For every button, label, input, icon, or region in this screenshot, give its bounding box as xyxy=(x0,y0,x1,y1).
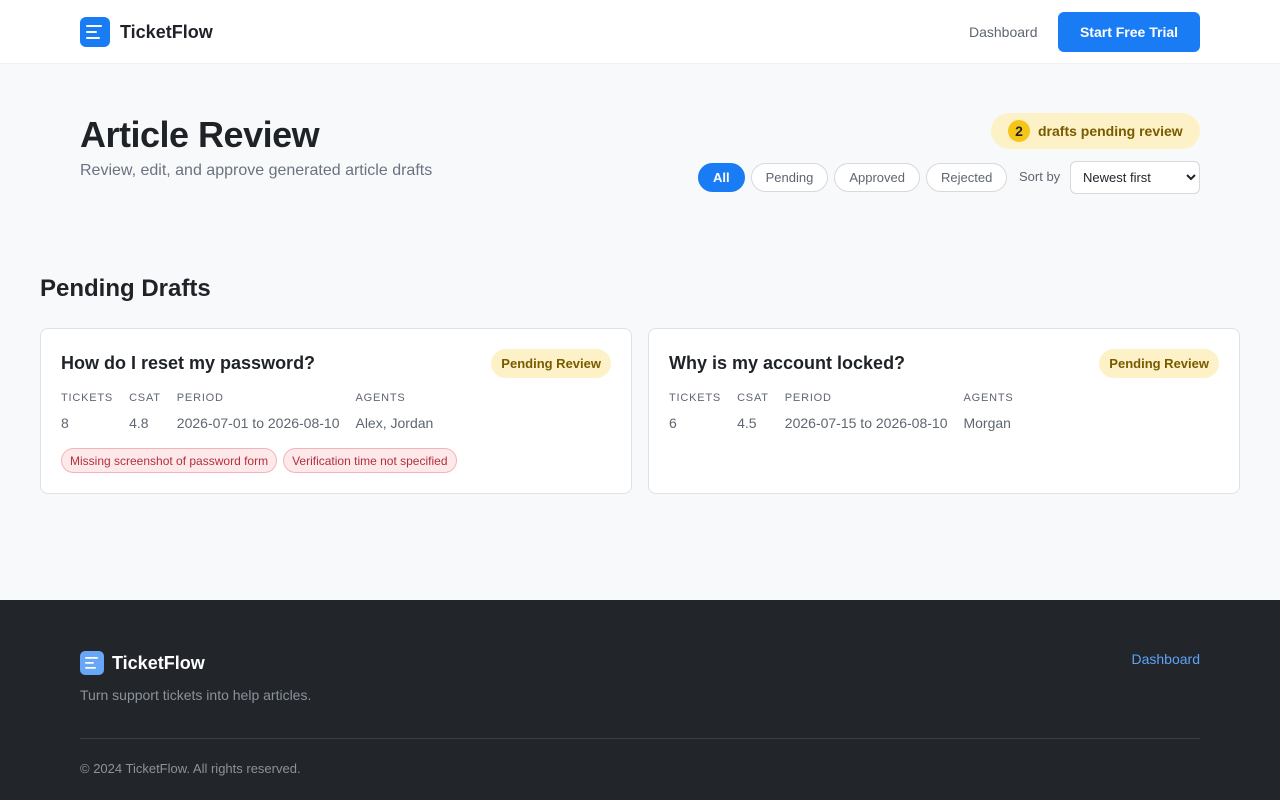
footer-copyright: © 2024 TicketFlow. All rights reserved. xyxy=(80,761,301,776)
draft-card[interactable]: How do I reset my password? Pending Revi… xyxy=(40,328,632,494)
footer: TicketFlow Turn support tickets into hel… xyxy=(0,600,1280,800)
draft-title[interactable]: Why is my account locked? xyxy=(669,353,905,374)
brand[interactable]: TicketFlow xyxy=(80,17,213,47)
meta-csat: CSAT 4.5 xyxy=(737,392,769,431)
pending-text: drafts pending review xyxy=(1038,123,1183,139)
document-lines-icon xyxy=(80,17,110,47)
footer-tagline: Turn support tickets into help articles. xyxy=(80,687,312,703)
meta-period: PERIOD 2026-07-15 to 2026-08-10 xyxy=(785,392,948,431)
meta-label: TICKETS xyxy=(61,392,114,404)
meta-agents: AGENTS Morgan xyxy=(963,392,1013,431)
footer-brand[interactable]: TicketFlow xyxy=(80,651,205,675)
status-badge: Pending Review xyxy=(1099,349,1219,378)
meta-tickets: TICKETS 8 xyxy=(61,392,113,431)
meta-value: 4.5 xyxy=(737,415,757,431)
filter-pending[interactable]: Pending xyxy=(750,163,829,192)
draft-meta: TICKETS 6 CSAT 4.5 PERIOD 2026-07-15 to … xyxy=(669,392,1014,431)
pending-count: 2 xyxy=(1008,120,1030,142)
meta-value: 2026-07-01 to 2026-08-10 xyxy=(176,415,340,431)
issue-tag: Verification time not specified xyxy=(283,448,457,473)
nav-link-dashboard[interactable]: Dashboard xyxy=(969,24,1038,40)
draft-card[interactable]: Why is my account locked? Pending Review… xyxy=(648,328,1240,494)
meta-label: CSAT xyxy=(737,392,769,404)
meta-tickets: TICKETS 6 xyxy=(669,392,721,431)
page-subtitle: Review, edit, and approve generated arti… xyxy=(80,162,433,179)
footer-brand-name: TicketFlow xyxy=(112,652,205,673)
meta-label: PERIOD xyxy=(784,392,832,404)
top-nav: TicketFlow Dashboard Start Free Trial xyxy=(0,0,1280,64)
filter-rejected[interactable]: Rejected xyxy=(926,163,1008,192)
filter-all[interactable]: All xyxy=(698,163,745,192)
sort-select[interactable]: Newest first xyxy=(1070,161,1200,194)
draft-title[interactable]: How do I reset my password? xyxy=(61,353,315,374)
section-title: Pending Drafts xyxy=(40,275,211,302)
meta-value: 6 xyxy=(669,415,677,431)
meta-period: PERIOD 2026-07-01 to 2026-08-10 xyxy=(177,392,340,431)
meta-label: PERIOD xyxy=(176,392,224,404)
meta-label: TICKETS xyxy=(669,392,722,404)
document-lines-icon xyxy=(80,651,104,675)
filter-approved[interactable]: Approved xyxy=(834,163,920,192)
status-badge: Pending Review xyxy=(491,349,611,378)
meta-label: AGENTS xyxy=(963,392,1014,404)
page-title: Article Review xyxy=(80,114,320,155)
brand-name: TicketFlow xyxy=(120,21,213,42)
sort-label: Sort by xyxy=(1019,169,1061,184)
meta-label: AGENTS xyxy=(355,392,406,404)
start-free-trial-button[interactable]: Start Free Trial xyxy=(1058,12,1200,52)
pending-drafts-badge: 2 drafts pending review xyxy=(991,113,1200,149)
meta-agents: AGENTS Alex, Jordan xyxy=(355,392,433,431)
meta-csat: CSAT 4.8 xyxy=(129,392,161,431)
draft-meta: TICKETS 8 CSAT 4.8 PERIOD 2026-07-01 to … xyxy=(61,392,433,431)
status-filter-group: All Pending Approved Rejected xyxy=(698,163,1008,192)
meta-value: 4.8 xyxy=(129,415,149,431)
footer-divider xyxy=(80,738,1200,739)
meta-value: 8 xyxy=(61,415,69,431)
footer-link-dashboard[interactable]: Dashboard xyxy=(1132,651,1201,667)
issue-tag: Missing screenshot of password form xyxy=(61,448,278,473)
meta-value: Alex, Jordan xyxy=(355,415,434,431)
issue-tags: Missing screenshot of password form Veri… xyxy=(61,448,457,473)
meta-value: 2026-07-15 to 2026-08-10 xyxy=(784,415,948,431)
meta-value: Morgan xyxy=(963,415,1011,431)
meta-label: CSAT xyxy=(129,392,161,404)
